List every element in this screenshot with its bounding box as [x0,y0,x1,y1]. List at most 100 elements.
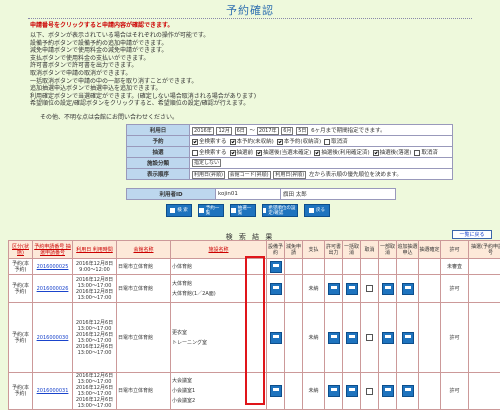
permit-output-button[interactable] [328,332,340,344]
order-field: 利用日(昇順) 会館コード(昇順) 利用日(昇順) 左から表示順の優先順位を決め… [190,169,453,180]
facility-cell: 更衣室トレーニング室 [171,303,267,373]
user-id-label: 利用者ID [127,189,216,200]
lottery-options: 全検索する抽選前抽選後(当選未確定)抽選後(利用確定済) 抽選後(落選)取消済 [190,147,453,158]
checkbox[interactable] [277,139,283,145]
hall-cell: 日電市立体育館 [117,373,171,410]
from-day-select[interactable]: 6日 [235,127,247,135]
column-header: 取消 [361,241,379,259]
from-year-select[interactable]: 2016年 [192,127,214,135]
info-text: 以下、ボタンが表示されている場合はそれぞれの操作が可能です。設備予約ボタンで設備… [30,32,470,108]
column-header[interactable]: 施設名称 [171,241,267,259]
column-header[interactable]: 区分(状態) [9,241,33,259]
add-lottery-button[interactable] [402,283,414,295]
hall-cell: 日電市立体育館 [117,303,171,373]
lottery-list-button[interactable]: 抽選一覧 [230,204,256,217]
checkbox[interactable] [314,150,320,156]
add-lottery-button[interactable] [402,385,414,397]
to-year-select[interactable]: 2017年 [257,127,279,135]
period-separator: ～ [250,128,256,134]
application-number-link[interactable]: 2016000030 [37,335,69,341]
application-number-link[interactable]: 2016000031 [37,388,69,394]
column-header[interactable]: 予約申請番号 抽選申請番号 [33,241,73,259]
add-lottery-button[interactable] [402,332,414,344]
back-to-list-link[interactable]: 一覧に戻る [452,230,492,239]
results-header-row: 区分(状態)予約申請番号 抽選申請番号利用日 利用時間会館名称施設名称設備予約減… [9,241,500,259]
bulk-cancel-button[interactable] [346,385,358,397]
facility-cell: 大体育館大体育館(1／2A面) [171,275,267,303]
equipment-reserve-button[interactable] [270,283,282,295]
facility-cell: 大会議室小会議室1小会議室2 [171,373,267,410]
column-header[interactable]: 会館名称 [117,241,171,259]
order-second-select[interactable]: 会館コード(昇順) [228,171,271,179]
lottery-opts-option[interactable]: 全検索する [192,150,227,156]
contact-text: その他、不明な点は会館にお問い合わせください。 [40,112,178,121]
lottery-opts-option[interactable]: 取消済 [414,150,438,156]
column-header: 支払 [303,241,325,259]
cancel-checkbox[interactable] [366,285,373,292]
order-hint: 左から表示順の優先順位を決めます。 [309,172,402,178]
facility-class-select[interactable]: 指定しない [192,159,221,167]
priority-settings-button[interactable]: 希望順位の設定/確認 [262,204,298,217]
checkbox[interactable] [414,150,420,156]
reservation-opts-option[interactable]: 全検索する [192,139,227,145]
order-third-select[interactable]: 利用日(昇順) [273,171,306,179]
period-hint: 6ヶ月まで期間指定できます。 [311,128,385,134]
checkbox[interactable] [373,150,379,156]
reservation-list-button[interactable]: 予約一覧 [198,204,224,217]
checkbox[interactable] [256,150,262,156]
cancel-checkbox[interactable] [366,388,373,395]
equipment-reserve-button[interactable] [270,332,282,344]
partial-cancel-button[interactable] [382,385,394,397]
checkbox[interactable] [230,139,236,145]
partial-cancel-button[interactable] [382,283,394,295]
info-line: 追加抽選申込ボタンで抽選申込を追加できます。 [30,85,470,93]
info-line: 許可書ボタンで許可書を出力できます。 [30,62,470,70]
permit-status: 許可 [441,373,469,410]
payment-status [303,259,325,275]
column-header[interactable]: 利用日 利用時間 [73,241,117,259]
cancel-checkbox[interactable] [366,334,373,341]
bulk-cancel-button[interactable] [346,283,358,295]
reservation-opts-option[interactable]: 本予約(収納済) [277,139,321,145]
reservation-opts-option[interactable]: 本予約(未収納) [230,139,274,145]
reservation-label: 予約 [127,136,190,147]
user-id-value: kojin01 [216,189,281,200]
reservation-opts-option[interactable]: 取消済 [324,139,348,145]
order-first-select[interactable]: 利用日(昇順) [192,171,225,179]
to-month-select[interactable]: 6月 [281,127,293,135]
lottery-opts-option[interactable]: 抽選前 [230,150,254,156]
facility-name: 小体育館 [172,262,265,272]
column-header: 減免申請 [285,241,303,259]
lottery-opts-option[interactable]: 抽選後(落選) [373,150,412,156]
checkbox[interactable] [192,150,198,156]
equipment-reserve-button[interactable] [270,385,282,397]
permit-output-button[interactable] [328,283,340,295]
search-form: 利用日 2016年 12月 6日 ～ 2017年 6月 5日 6ヶ月まで期間指定… [126,124,453,180]
bulk-cancel-button[interactable] [346,332,358,344]
partial-cancel-button[interactable] [382,332,394,344]
checkbox[interactable] [324,139,330,145]
hall-cell: 日電市立体育館 [117,259,171,275]
application-number-link[interactable]: 2016000025 [37,264,69,270]
facility-name: 大体育館(1／2A面) [172,289,265,299]
checkbox[interactable] [192,139,198,145]
from-month-select[interactable]: 12月 [216,127,231,135]
permit-status: 未審査 [441,259,469,275]
checkbox[interactable] [230,150,236,156]
list-icon [231,208,236,213]
table-row: 予約(本予約)20160000252016年12月8日 9:00～12:00日電… [9,259,500,275]
equipment-reserve-button[interactable] [270,261,282,273]
back-button[interactable]: 戻る [304,204,330,217]
lottery-opts-option[interactable]: 抽選後(利用確定済) [314,150,369,156]
permit-status: 許可 [441,303,469,373]
application-number-link[interactable]: 2016000026 [37,286,69,292]
permit-output-button[interactable] [328,385,340,397]
to-day-select[interactable]: 5日 [296,127,308,135]
search-button[interactable]: 検 索 [166,204,192,217]
status-cell: 予約(本予約) [9,275,33,303]
column-header: 抽選確定 [419,241,441,259]
order-label: 表示順序 [127,169,190,180]
lottery-opts-option[interactable]: 抽選後(当選未確定) [256,150,311,156]
user-name-value: 旗田 太郎 [281,189,396,200]
info-line: 以下、ボタンが表示されている場合はそれぞれの操作が可能です。 [30,32,470,40]
